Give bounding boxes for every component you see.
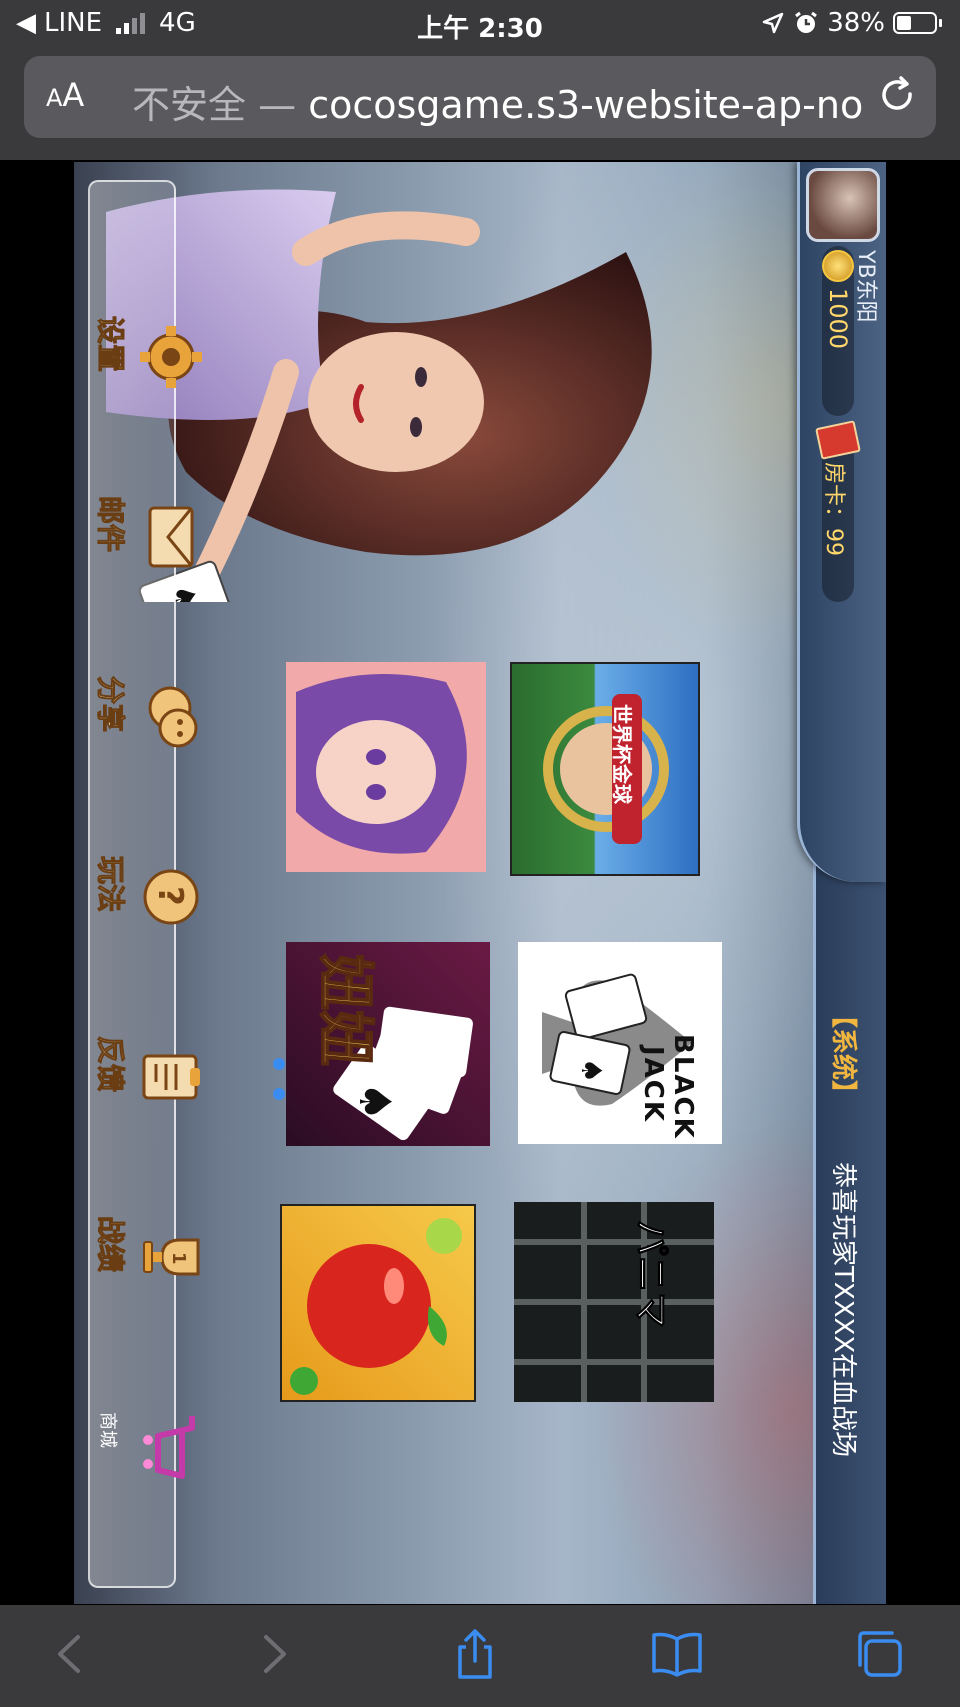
game-lobby: YB东阳 1000 房卡：99 【系统】 恭喜玩家TXXXX在血战场 ♠ 世界杯… [74,162,886,1604]
game-tile-bar[interactable]: パニマ [514,1202,714,1402]
reload-icon[interactable] [874,72,922,120]
cart-icon [143,1416,195,1479]
back-icon[interactable] [44,1627,98,1681]
room-card-count: 房卡：99 [821,462,846,556]
svg-text:1: 1 [168,1252,189,1265]
location-icon [762,12,784,34]
bar-title: パニマ [630,1220,672,1329]
bookmarks-icon[interactable] [650,1627,704,1681]
record-button[interactable]: 1 战绩 [94,1216,206,1372]
game-tile-niuniu[interactable]: ♠ 妞妞 [286,942,490,1146]
feedback-button[interactable]: 反馈 [94,1036,206,1192]
share-sheet-icon[interactable] [448,1627,502,1681]
player-avatar[interactable] [806,168,880,242]
url-field[interactable]: 不安全 — cocosgame.s3-website-ap-no [132,74,872,129]
coin-icon [822,250,854,282]
mail-button[interactable]: 邮件 [94,496,206,652]
trophy-icon: 1 [143,1238,200,1276]
game-canvas[interactable]: YB东阳 1000 房卡：99 【系统】 恭喜玩家TXXXX在血战场 ♠ 世界杯… [74,162,886,1604]
address-bar[interactable]: AA 不安全 — cocosgame.s3-website-ap-no [24,56,936,138]
clipboard-icon [142,1054,200,1100]
browser-toolbar [0,1605,960,1707]
forward-icon[interactable] [246,1627,300,1681]
blackjack-title-1: BLACK [668,1034,698,1140]
battery-percent: 38% [827,8,885,38]
player-name: YB东阳 [853,250,878,323]
alarm-icon [795,11,818,33]
game-tile-soccer[interactable]: 世界杯金球 [510,662,700,876]
lobby-top-bar: YB东阳 1000 房卡：99 【系统】 恭喜玩家TXXXX在血战场 [797,162,886,1604]
mail-icon [148,506,194,568]
shop-button[interactable]: 商城 [96,1412,206,1562]
soccer-title: 世界杯金球 [610,704,634,804]
game-tile-blackjack[interactable]: ♠ BLACK JACK [518,942,722,1144]
tabs-icon[interactable] [852,1627,906,1681]
coin-balance: 1000 [824,288,852,350]
settings-button[interactable]: 设置 [94,316,206,472]
insecure-label: 不安全 [132,83,247,127]
url-text: cocosgame.s3-website-ap-no [308,83,864,127]
share-button[interactable]: 分享 [94,676,206,832]
svg-text:?: ? [150,886,190,906]
browser-address-area: AA 不安全 — cocosgame.s3-website-ap-no [0,48,960,160]
page-indicator [269,1058,288,1118]
svg-text:♠: ♠ [575,1058,608,1083]
svg-text:♠: ♠ [349,1082,400,1121]
system-tag: 【系统】 [828,1002,858,1107]
battery-icon [893,12,937,34]
blackjack-title-2: JACK [638,1046,668,1124]
game-tile-anime[interactable] [286,662,486,872]
question-icon: ? [143,869,199,925]
text-size-button[interactable]: AA [46,76,84,114]
status-bar: ◀ LINE 4G 上午 2:30 38% [0,0,960,48]
help-button[interactable]: ? 玩法 [94,856,206,1012]
share-icon [148,686,198,748]
gear-icon [140,326,202,388]
niuniu-title: 妞妞 [311,953,378,1067]
broadcast-marquee: 恭喜玩家TXXXX在血战场 [828,1162,858,1458]
game-tile-fruit[interactable] [280,1204,476,1402]
